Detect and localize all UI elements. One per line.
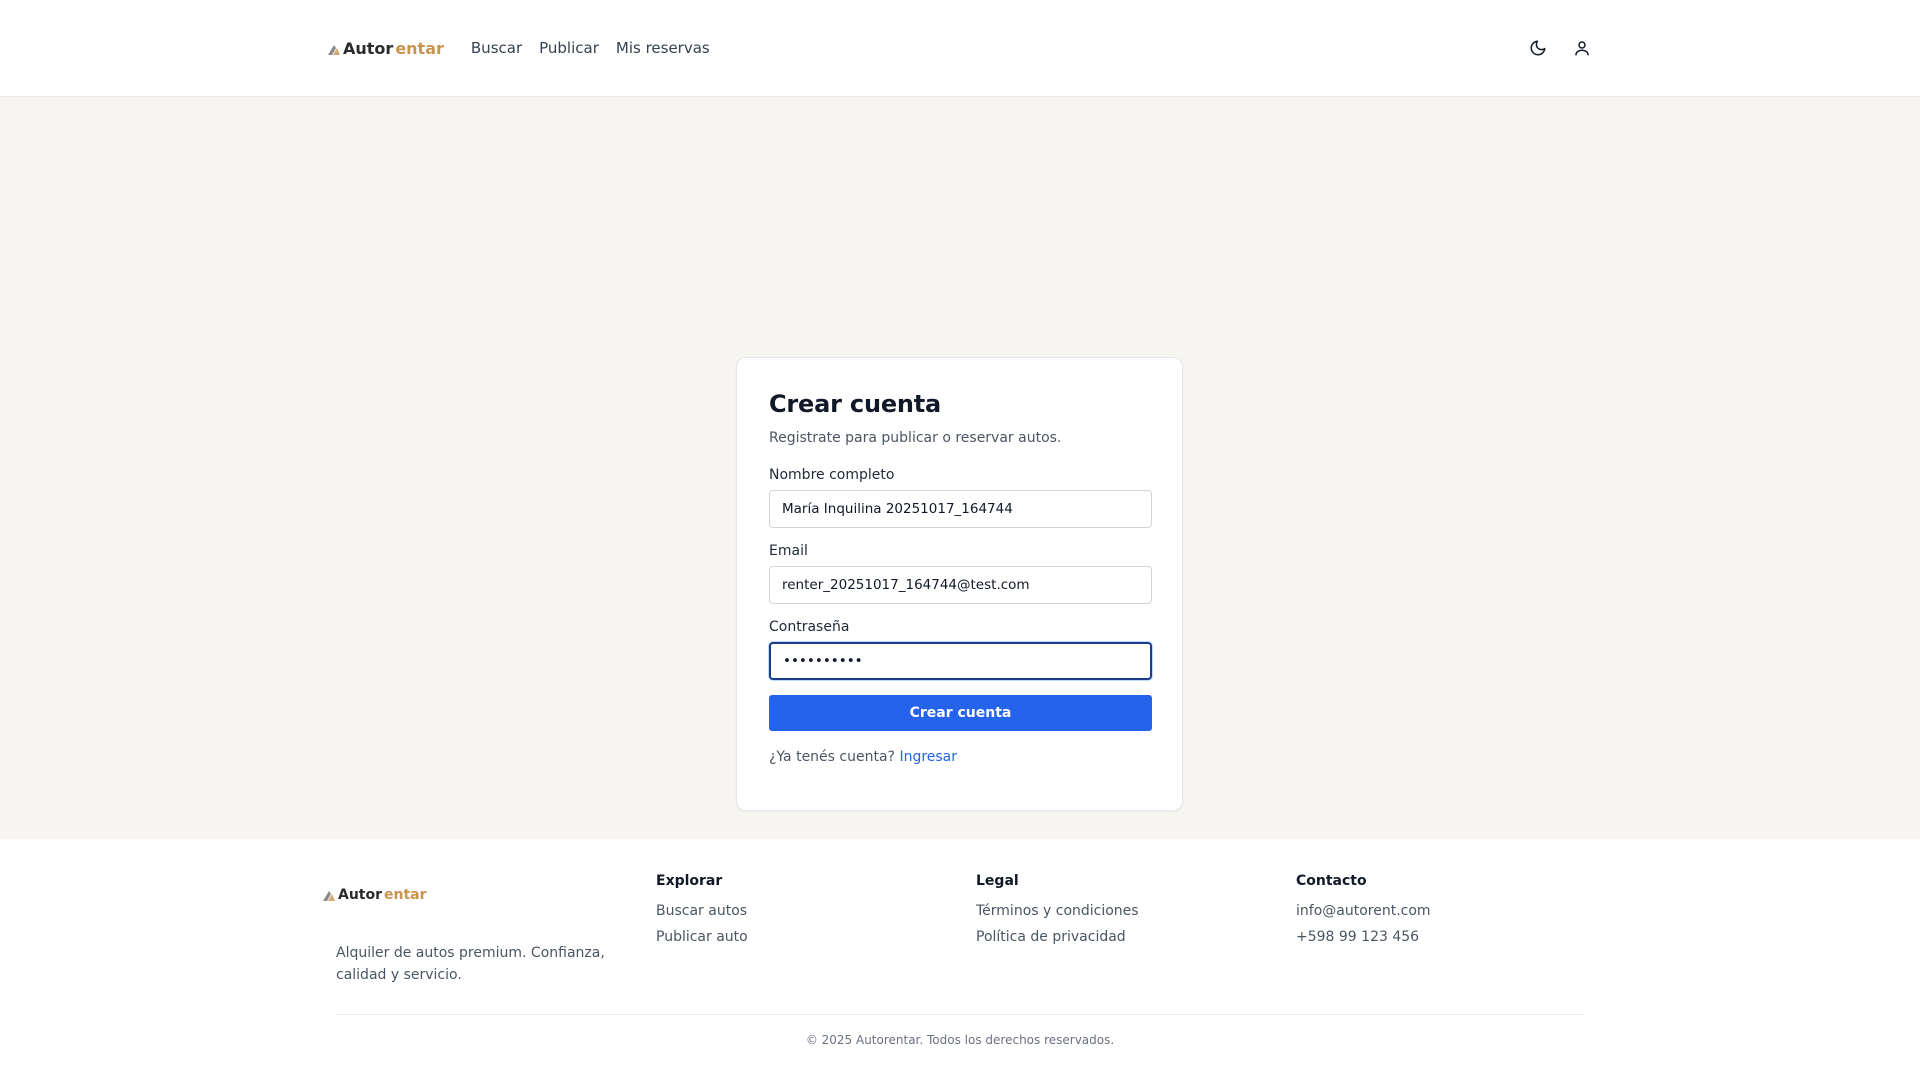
password-field-group: Contraseña xyxy=(769,619,1152,680)
nav-mis-reservas[interactable]: Mis reservas xyxy=(616,39,710,57)
name-field-group: Nombre completo xyxy=(769,467,1152,528)
moon-icon[interactable] xyxy=(1527,37,1549,59)
page-subtitle: Registrate para publicar o reservar auto… xyxy=(769,430,1062,446)
login-row: ¿Ya tenés cuenta? Ingresar xyxy=(769,749,1150,765)
create-account-button[interactable]: Crear cuenta xyxy=(769,695,1152,731)
site-header: Autor entar Buscar Publicar Mis reservas xyxy=(0,0,1920,97)
footer-link-phone[interactable]: +598 99 123 456 xyxy=(1296,929,1431,945)
header-logo[interactable]: Autor entar xyxy=(327,39,444,58)
footer-link-privacidad[interactable]: Política de privacidad xyxy=(976,929,1139,945)
footer-link-publicar-auto[interactable]: Publicar auto xyxy=(656,929,748,945)
name-input[interactable] xyxy=(769,490,1152,528)
footer-col-explorar: Explorar Buscar autos Publicar auto xyxy=(656,873,748,955)
header-actions xyxy=(1527,37,1593,59)
footer-col-contacto: Contacto info@autorent.com +598 99 123 4… xyxy=(1296,873,1431,955)
footer-col-legal: Legal Términos y condiciones Política de… xyxy=(976,873,1139,955)
logo-text-part2: entar xyxy=(395,38,444,58)
nav-buscar[interactable]: Buscar xyxy=(471,39,522,57)
footer-link-terminos[interactable]: Términos y condiciones xyxy=(976,903,1139,919)
footer-col-title: Contacto xyxy=(1296,873,1367,889)
logo-text-part1: Autor xyxy=(343,38,394,58)
main-nav: Buscar Publicar Mis reservas xyxy=(471,39,710,57)
footer-col-title: Explorar xyxy=(656,873,723,889)
login-link[interactable]: Ingresar xyxy=(899,749,957,765)
footer-logo-part1: Autor xyxy=(338,887,383,903)
logo-mark-icon xyxy=(327,41,341,55)
footer-divider xyxy=(336,1014,1584,1015)
site-footer: Autor entar Alquiler de autos premium. Co… xyxy=(0,839,1920,1080)
email-input[interactable] xyxy=(769,566,1152,604)
user-icon[interactable] xyxy=(1571,37,1593,59)
password-input[interactable] xyxy=(769,642,1152,680)
main-content: Crear cuenta Registrate para publicar o … xyxy=(0,97,1920,839)
footer-logo[interactable]: Autor entar xyxy=(322,887,427,903)
page-title: Crear cuenta xyxy=(769,390,942,418)
footer-link-buscar-autos[interactable]: Buscar autos xyxy=(656,903,748,919)
footer-logo-mark-icon xyxy=(322,888,336,902)
nav-publicar[interactable]: Publicar xyxy=(539,39,599,57)
footer-logo-part2: entar xyxy=(384,887,427,903)
copyright: © 2025 Autorentar. Todos los derechos re… xyxy=(805,1033,1115,1047)
footer-link-email[interactable]: info@autorent.com xyxy=(1296,903,1431,919)
email-field-group: Email xyxy=(769,543,1152,604)
footer-col-title: Legal xyxy=(976,873,1019,889)
password-label: Contraseña xyxy=(769,619,850,635)
email-label: Email xyxy=(769,543,808,559)
name-label: Nombre completo xyxy=(769,467,895,483)
login-prompt: ¿Ya tenés cuenta? xyxy=(769,749,895,765)
signup-card: Crear cuenta Registrate para publicar o … xyxy=(736,357,1183,811)
footer-description: Alquiler de autos premium. Confianza, ca… xyxy=(336,945,605,983)
